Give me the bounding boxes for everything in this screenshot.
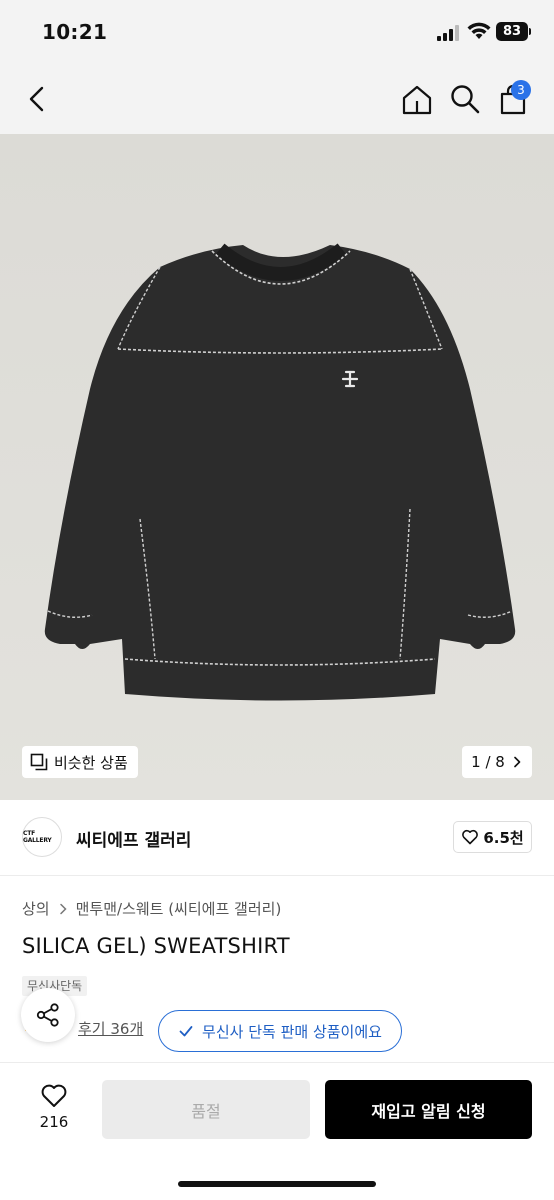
brand-like-button[interactable]: 6.5천 — [453, 821, 532, 853]
brand-like-count: 6.5천 — [483, 828, 524, 847]
image-pager-button[interactable]: 1 / 8 — [462, 746, 532, 778]
copy-icon — [30, 753, 48, 771]
exclusive-info-chip[interactable]: 무신사 단독 판매 상품이에요 — [158, 1010, 402, 1052]
brand-name[interactable]: 씨티에프 갤러리 — [76, 826, 191, 851]
battery-level: 83 — [496, 22, 528, 41]
checkmark-icon — [179, 1026, 193, 1037]
wifi-icon — [467, 22, 491, 39]
home-icon[interactable] — [400, 83, 434, 117]
breadcrumb: 상의 맨투맨/스웨트 (씨티에프 갤러리) — [22, 898, 281, 919]
review-link[interactable]: 후기 36개 — [78, 1018, 143, 1039]
brand-logo[interactable]: CTF GALLERY — [22, 817, 62, 857]
wishlist-count: 216 — [39, 1113, 69, 1131]
share-button[interactable] — [21, 988, 75, 1042]
breadcrumb-item-subcategory[interactable]: 맨투맨/스웨트 (씨티에프 갤러리) — [76, 898, 282, 919]
heart-outline-icon — [41, 1084, 67, 1107]
top-nav — [0, 66, 554, 134]
share-icon — [36, 1003, 59, 1027]
battery-tip — [529, 28, 531, 35]
status-bar: 10:21 83 — [0, 0, 554, 66]
brand-row: CTF GALLERY 씨티에프 갤러리 6.5천 — [0, 800, 554, 876]
cellular-signal-icon — [437, 25, 459, 41]
restock-alert-button[interactable]: 재입고 알림 신청 — [325, 1080, 532, 1139]
image-pager-label: 1 / 8 — [471, 753, 505, 771]
product-title: SILICA GEL) SWEATSHIRT — [22, 934, 290, 958]
status-time: 10:21 — [42, 20, 108, 44]
breadcrumb-item-category[interactable]: 상의 — [22, 898, 50, 919]
product-image-gallery[interactable]: 비슷한 상품 1 / 8 — [0, 134, 554, 800]
sweatshirt-image — [44, 243, 516, 701]
soldout-button: 품절 — [102, 1080, 310, 1139]
home-indicator — [178, 1181, 376, 1187]
back-arrow-icon[interactable] — [22, 84, 52, 114]
bottom-action-bar: 216 품절 재입고 알림 신청 — [0, 1062, 554, 1200]
search-icon[interactable] — [449, 83, 481, 115]
chevron-right-icon — [514, 756, 521, 768]
exclusive-info-label: 무신사 단독 판매 상품이에요 — [202, 1022, 382, 1041]
similar-products-label: 비슷한 상품 — [54, 753, 128, 772]
cart-count-badge: 3 — [511, 80, 531, 100]
similar-products-button[interactable]: 비슷한 상품 — [22, 746, 138, 778]
heart-icon — [462, 829, 479, 845]
wishlist-button[interactable]: 216 — [28, 1081, 80, 1137]
chevron-right-icon — [59, 903, 67, 914]
